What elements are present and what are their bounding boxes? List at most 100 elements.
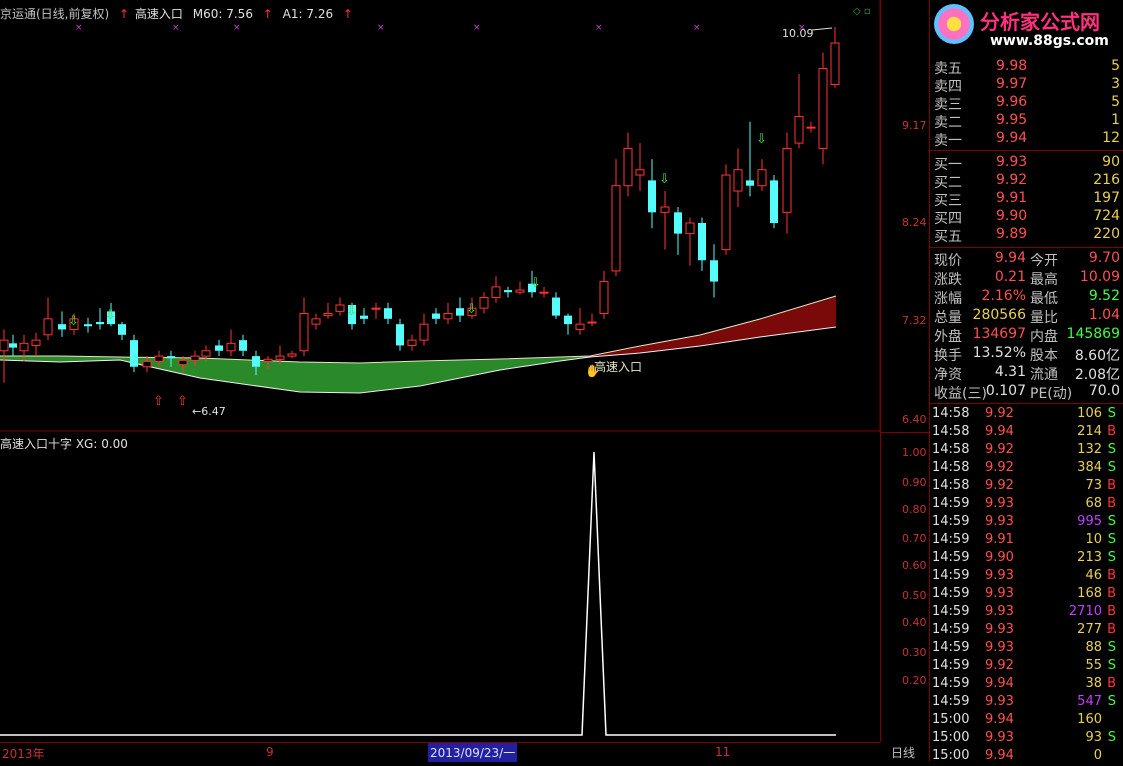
candle-body [154, 355, 164, 362]
candle-body [407, 339, 417, 346]
tick-time: 14:59 [932, 496, 970, 511]
candle-body [252, 356, 260, 367]
sub-axis-label: 0.50 [902, 589, 927, 602]
buy-price: 9.90 [996, 208, 1028, 224]
tick-row[interactable]: 14:58 9.92 73 B [930, 478, 1123, 496]
sub-axis-label: 0.70 [902, 532, 927, 545]
stat-row: 现价 9.94 今开 9.70 [930, 250, 1123, 269]
candle-body [226, 342, 236, 352]
candle-body [432, 313, 440, 319]
tick-row[interactable]: 14:59 9.94 38 B [930, 676, 1123, 694]
ma-band-red [590, 296, 836, 357]
tick-price: 9.93 [985, 640, 1014, 655]
buy-label: 买一 [934, 157, 962, 173]
candle-body [239, 340, 247, 351]
tick-row[interactable]: 14:58 9.92 106 S [930, 406, 1123, 424]
sell-volume: 12 [1102, 130, 1120, 146]
sell-row[interactable]: 卖五 9.98 5 [930, 58, 1123, 77]
sell-volume: 5 [1111, 58, 1120, 74]
tick-side: S [1107, 640, 1116, 655]
tick-row[interactable]: 14:59 9.92 55 S [930, 658, 1123, 676]
flower-logo-icon [934, 4, 974, 44]
buy-row[interactable]: 买一 9.93 90 [930, 154, 1123, 173]
signal-subchart[interactable] [0, 433, 880, 741]
kline-chart-area[interactable]: 京运通(日线,前复权) ↑ 高速入口 M60: 7.56 ↑ A1: 7.26 … [0, 0, 880, 762]
period-label[interactable]: 日线 [891, 744, 915, 761]
candle-body [443, 313, 453, 320]
marker-x-icon: × [75, 23, 83, 33]
buy-row[interactable]: 买二 9.92 216 [930, 172, 1123, 191]
stat-row: 收益(三) 0.107 PE(动) 70.0 [930, 383, 1123, 402]
tick-row[interactable]: 14:58 9.92 132 S [930, 442, 1123, 460]
tick-row[interactable]: 14:59 9.93 168 B [930, 586, 1123, 604]
tick-time: 14:59 [932, 550, 970, 565]
tick-row[interactable]: 14:59 9.93 46 B [930, 568, 1123, 586]
sell-row[interactable]: 卖四 9.97 3 [930, 76, 1123, 95]
tick-price: 9.94 [985, 712, 1014, 727]
tick-volume: 2710 [1068, 604, 1102, 619]
candle-body [419, 323, 429, 341]
sell-row[interactable]: 卖二 9.95 1 [930, 112, 1123, 131]
tick-price: 9.93 [985, 694, 1014, 709]
stat-row: 涨幅 2.16% 最低 9.52 [930, 288, 1123, 307]
buy-volume: 216 [1093, 172, 1120, 188]
stat-row: 换手 13.52% 股本 8.60亿 [930, 345, 1123, 364]
tick-time: 14:58 [932, 460, 970, 475]
sub-axis-label: 0.40 [902, 616, 927, 629]
tick-side: S [1107, 442, 1116, 457]
date-month-11: 11 [715, 745, 731, 759]
tick-price: 9.90 [985, 550, 1014, 565]
tick-row[interactable]: 14:59 9.90 213 S [930, 550, 1123, 568]
tick-row[interactable]: 14:59 9.93 68 B [930, 496, 1123, 514]
stat-value: 2.16% [981, 288, 1026, 304]
price-chart[interactable]: ⇩ ⇩ ⇩ ⇩⇩⇩⇩⇧ ⇧× × × × × × × × [0, 0, 880, 432]
tick-row[interactable]: 14:59 9.93 277 B [930, 622, 1123, 640]
sub-axis-label: 0.20 [902, 674, 927, 687]
stat-value: 134697 [972, 326, 1026, 342]
stat-label: 股本 [1030, 348, 1058, 364]
candle-body [130, 340, 138, 367]
tick-row[interactable]: 14:59 9.91 10 S [930, 532, 1123, 550]
date-start: 2013年 [2, 747, 45, 761]
tick-time: 14:58 [932, 424, 970, 439]
marker-x-icon: × [473, 23, 481, 33]
stat-value: 10.09 [1079, 269, 1120, 285]
candle-body [746, 180, 754, 186]
sell-row[interactable]: 卖一 9.94 12 [930, 130, 1123, 149]
stat-label: 涨幅 [934, 291, 962, 307]
tick-time: 14:59 [932, 532, 970, 547]
price-axis-label: 6.40 [902, 413, 927, 426]
stat-label: 内盘 [1030, 329, 1058, 345]
tick-volume: 277 [1077, 622, 1102, 637]
sell-label: 卖三 [934, 97, 962, 113]
stat-value: 0.21 [994, 269, 1026, 285]
candle-body [84, 324, 92, 327]
candle-body [19, 342, 29, 352]
tick-volume: 88 [1085, 640, 1102, 655]
down-arrow-icon: ⇩ [530, 276, 541, 291]
buy-price: 9.92 [996, 172, 1028, 188]
tick-row[interactable]: 15:00 9.94 0 [930, 748, 1123, 766]
buy-row[interactable]: 买五 9.89 220 [930, 226, 1123, 245]
tick-row[interactable]: 15:00 9.93 93 S [930, 730, 1123, 748]
tick-row[interactable]: 14:59 9.93 547 S [930, 694, 1123, 712]
candle-body [142, 360, 152, 368]
buy-row[interactable]: 买四 9.90 724 [930, 208, 1123, 227]
price-axis-label: 7.32 [902, 314, 927, 327]
tick-side: B [1107, 568, 1116, 583]
tick-row[interactable]: 15:00 9.94 160 [930, 712, 1123, 730]
stat-value: 145869 [1066, 326, 1120, 342]
tick-row[interactable]: 14:59 9.93 995 S [930, 514, 1123, 532]
sell-volume: 1 [1111, 112, 1120, 128]
tick-row[interactable]: 14:58 9.92 384 S [930, 460, 1123, 478]
candle-body [335, 304, 345, 312]
sell-row[interactable]: 卖三 9.96 5 [930, 94, 1123, 113]
tick-row[interactable]: 14:58 9.94 214 B [930, 424, 1123, 442]
buy-row[interactable]: 买三 9.91 197 [930, 190, 1123, 209]
tick-price: 9.93 [985, 514, 1014, 529]
tick-time: 14:59 [932, 640, 970, 655]
quote-panel: 分析家公式网 www.88gs.com 卖五 9.98 5 卖四 9.97 3 卖三… [929, 0, 1123, 763]
tick-row[interactable]: 14:59 9.93 88 S [930, 640, 1123, 658]
tick-row[interactable]: 14:59 9.93 2710 B [930, 604, 1123, 622]
tick-price: 9.93 [985, 604, 1014, 619]
